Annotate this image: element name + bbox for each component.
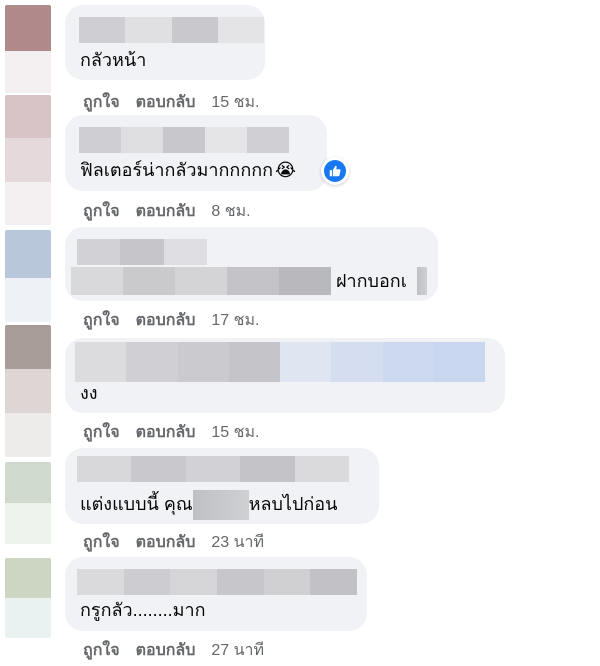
reply-button[interactable]: ตอบกลับ: [136, 420, 196, 445]
reply-button[interactable]: ตอบกลับ: [136, 530, 196, 555]
comment-timestamp[interactable]: 17 ชม.: [211, 308, 259, 333]
comment-text-content: ฟิลเตอร์น่ากลัวมากกกกก: [80, 160, 274, 180]
crying-face-icon: 😭: [275, 160, 297, 180]
comment-text-after: หลบไปก่อน: [248, 493, 338, 514]
reply-button[interactable]: ตอบกลับ: [136, 638, 196, 663]
comment-bubble: ฝากบอกเ: [65, 227, 438, 301]
comment-text-before: แต่งแบบนี้ คุณ: [80, 493, 193, 514]
comment-bubble: งง: [65, 338, 505, 413]
redacted-text: [192, 490, 249, 520]
avatar[interactable]: [5, 325, 51, 457]
avatar[interactable]: [5, 462, 51, 544]
comment-actions: ถูกใจ ตอบกลับ 17 ชม.: [83, 308, 259, 333]
like-button[interactable]: ถูกใจ: [83, 530, 120, 555]
comment-bubble: กรูกลัว........มาก: [65, 557, 367, 631]
redacted-text: [417, 267, 427, 295]
comment-text: ฟิลเตอร์น่ากลัวมากกกกก 😭: [80, 159, 296, 181]
comment-actions: ถูกใจ ตอบกลับ 8 ชม.: [83, 199, 251, 224]
redacted-author-name[interactable]: [77, 569, 358, 595]
redacted-author-name[interactable]: [79, 127, 289, 153]
comment-actions: ถูกใจ ตอบกลับ 23 นาที: [83, 530, 264, 555]
comment-actions: ถูกใจ ตอบกลับ 27 นาที: [83, 638, 264, 663]
like-button[interactable]: ถูกใจ: [83, 199, 120, 224]
avatar[interactable]: [5, 230, 51, 322]
comment-text: กลัวหน้า: [80, 50, 147, 70]
comment-timestamp[interactable]: 8 ชม.: [211, 199, 250, 224]
like-button[interactable]: ถูกใจ: [83, 638, 120, 663]
thumbs-up-icon: [324, 160, 346, 182]
comment-timestamp[interactable]: 23 นาที: [211, 530, 264, 555]
avatar[interactable]: [5, 558, 51, 638]
comment-bubble: กลัวหน้า: [65, 5, 265, 80]
avatar[interactable]: [5, 5, 51, 93]
comment-actions: ถูกใจ ตอบกลับ 15 ชม.: [83, 420, 259, 445]
comment-actions: ถูกใจ ตอบกลับ 15 ชม.: [83, 90, 259, 115]
redacted-author-name[interactable]: [75, 342, 485, 382]
comment-timestamp[interactable]: 27 นาที: [211, 638, 264, 663]
comment-text: แต่งแบบนี้ คุณ หลบไปก่อน: [80, 490, 337, 520]
comment-text: งง: [80, 383, 98, 403]
comment-bubble: ฟิลเตอร์น่ากลัวมากกกกก 😭: [65, 115, 327, 191]
comment-timestamp[interactable]: 15 ชม.: [211, 420, 259, 445]
reaction-count[interactable]: [321, 157, 349, 185]
like-button[interactable]: ถูกใจ: [83, 420, 120, 445]
reply-button[interactable]: ตอบกลับ: [136, 90, 196, 115]
like-button[interactable]: ถูกใจ: [83, 90, 120, 115]
like-button[interactable]: ถูกใจ: [83, 308, 120, 333]
redacted-comment-text: [71, 267, 331, 295]
redacted-author-name[interactable]: [77, 456, 350, 482]
avatar[interactable]: [5, 95, 51, 225]
comment-bubble: แต่งแบบนี้ คุณ หลบไปก่อน: [65, 448, 379, 524]
reply-button[interactable]: ตอบกลับ: [136, 199, 196, 224]
reply-button[interactable]: ตอบกลับ: [136, 308, 196, 333]
comment-text: ฝากบอกเ: [336, 271, 407, 291]
redacted-author-name[interactable]: [77, 239, 207, 265]
comment-text: กรูกลัว........มาก: [80, 600, 206, 620]
comment-timestamp[interactable]: 15 ชม.: [211, 90, 259, 115]
redacted-author-name[interactable]: [79, 17, 264, 43]
